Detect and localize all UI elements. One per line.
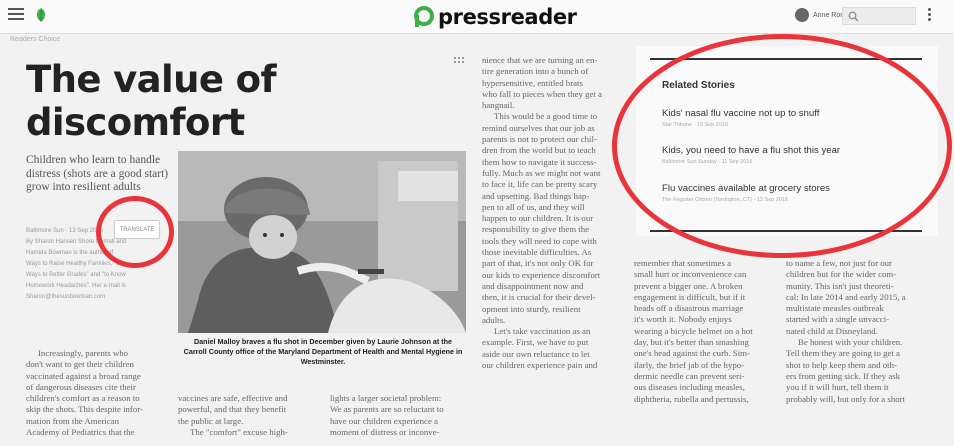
text-line: those inevitable difficulties. As — [482, 247, 592, 258]
text-line: nience that we are turning an en- — [482, 55, 598, 65]
text-line: lights a larger societal problem: — [330, 393, 442, 403]
text-line: Academy of Pediatrics that the — [26, 427, 135, 438]
text-line: and disappointment now and — [482, 280, 584, 291]
text-line: hangnail. — [482, 100, 515, 111]
text-line: nated child at Disneyland. — [786, 325, 878, 336]
pressreader-leaf-icon[interactable] — [32, 6, 50, 24]
text-line: happen to our children. It is our — [482, 213, 594, 224]
article-column-3: lights a larger societal problem: We as … — [330, 393, 470, 438]
text-line: aside our own reluctance to let — [482, 348, 590, 359]
text-line: pen to all of us, and they will — [482, 201, 585, 212]
search-input[interactable] — [842, 7, 916, 25]
text-line: munity. This isn't just theoreti- — [786, 280, 894, 291]
text-line: skip the shots. This despite infor- — [26, 404, 143, 415]
user-menu[interactable]: Anne Ronn — [795, 8, 848, 22]
text-line: fully. Much as we might not want — [482, 167, 601, 178]
text-line: tire generation into a bunch of — [482, 66, 589, 77]
text-line: hypersensitive, entitled brats — [482, 77, 583, 88]
text-line: prevent a bigger one. A broken — [634, 280, 743, 291]
text-line: you if it will hurt, tell them it — [786, 382, 889, 393]
avatar — [795, 8, 809, 22]
top-bar: pressreader Anne Ronn — [0, 0, 954, 34]
text-line: engagement is difficult, but if it — [634, 291, 746, 302]
text-line: Be honest with your children. — [798, 337, 903, 348]
text-line: the public at large. — [178, 415, 244, 426]
pressreader-logo-icon — [414, 6, 434, 27]
text-line: to face it, life can be pretty scary — [482, 179, 598, 190]
text-line: vaccinated against a broad range — [26, 370, 141, 381]
text-line: ous diseases including measles, — [634, 382, 745, 393]
article-column-4: nience that we are turning an en- tire g… — [482, 55, 622, 371]
byline-line: Ways to Better Grades" and "to Know — [26, 272, 126, 278]
article-photo[interactable] — [178, 151, 466, 333]
text-line: children's comfort as a reason to — [26, 393, 140, 404]
article-column-2: vaccines are safe, effective and powerfu… — [178, 393, 318, 438]
text-line: started with a single unvacci- — [786, 314, 890, 325]
text-line: The "comfort" excuse high- — [190, 426, 288, 437]
text-line: Tell them they are going to get a — [786, 348, 900, 359]
text-line: to name a few, not just for our — [786, 258, 892, 268]
text-line: it's worth it. Nobody enjoys — [634, 314, 732, 325]
text-line: Let's take vaccination as an — [494, 326, 591, 337]
grip-icon[interactable] — [454, 57, 468, 67]
text-line: opment into sturdy, resilient — [482, 303, 581, 314]
article-column-1: Increasingly, parents who don't want to … — [26, 348, 172, 438]
text-line: diphtheria, rubella and pertussis, — [634, 393, 749, 404]
annotation-circle-related — [612, 34, 952, 258]
menu-icon[interactable] — [8, 8, 24, 22]
text-line: of dangerous diseases cite their — [26, 381, 136, 392]
text-line: who fall to pieces when they get a — [482, 88, 602, 99]
text-line: dren from the world but to teach — [482, 145, 596, 156]
text-line: dermic needle can prevent seri- — [634, 370, 745, 381]
text-line: tools they will need to cope with — [482, 235, 597, 246]
text-line: wearing a bicycle helmet on a hot — [634, 325, 753, 336]
text-line: Increasingly, parents who — [38, 348, 129, 358]
text-line: remind ourselves that our job as — [482, 122, 595, 133]
photo-caption: Daniel Malloy braves a flu shot in Decem… — [183, 337, 463, 366]
text-line: children but for the wider com- — [786, 269, 897, 280]
text-line: multistate measles outbreak — [786, 303, 884, 314]
text-line: day, but it's better than smashing — [634, 337, 749, 348]
text-line: remember that sometimes a — [634, 258, 731, 268]
text-line: our children experience pain and — [482, 360, 598, 371]
text-line: small hurt or inconvenience can — [634, 269, 747, 280]
text-line: vaccines are safe, effective and — [178, 393, 288, 403]
text-line: This would be a good time to — [494, 111, 598, 122]
text-line: mation from the American — [26, 415, 120, 426]
brand-name: pressreader — [438, 5, 577, 29]
text-line: and upsetting. Bad things hap- — [482, 190, 590, 201]
annotation-circle-translate — [96, 196, 174, 268]
text-line: responsibility to give them the — [482, 224, 590, 235]
text-line: We as parents are so reluctant to — [330, 404, 444, 415]
more-vert-icon[interactable] — [928, 8, 932, 24]
text-line: parents is not to protect our chil- — [482, 134, 597, 145]
text-line: example. First, we have to put — [482, 337, 589, 348]
search-icon — [848, 11, 859, 22]
text-line: ers from getting sick. If they ask — [786, 370, 901, 381]
text-line: powerful, and that they benefit — [178, 404, 287, 415]
text-line: cal: In late 2014 and early 2015, a — [786, 291, 906, 302]
text-line: moment of distress or inconve- — [330, 426, 440, 437]
byline-line: Sharon@thesunbowman.com — [26, 294, 106, 300]
text-line: probably will, but only for a short — [786, 393, 905, 404]
article-deck: Children who learn to handle distress (s… — [26, 154, 169, 193]
text-line: our kids to experience discomfort — [482, 269, 601, 280]
text-line: shot to help keep them and oth- — [786, 359, 897, 370]
text-line: then, it is crucial for their devel- — [482, 292, 596, 303]
text-line: don't want to get their children — [26, 359, 134, 370]
brand-logo[interactable]: pressreader — [412, 5, 577, 29]
text-line: have our children experience a — [330, 415, 438, 426]
text-line: part of that, it's not only OK for — [482, 258, 594, 269]
article-column-6: to name a few, not just for our children… — [786, 258, 928, 405]
article-title: The value of discomfort — [26, 58, 277, 144]
text-line: one's head against the curb. Sim- — [634, 348, 750, 359]
text-line: heads off a disastrous marriage — [634, 303, 744, 314]
article-column-5: remember that sometimes a small hurt or … — [634, 258, 774, 405]
text-line: ilarly, the brief jab of the hypo- — [634, 359, 745, 370]
byline-line: Homework Headaches". Her e-mail is — [26, 283, 126, 289]
text-line: adults. — [482, 314, 506, 325]
text-line: them how to navigate it success- — [482, 156, 597, 167]
